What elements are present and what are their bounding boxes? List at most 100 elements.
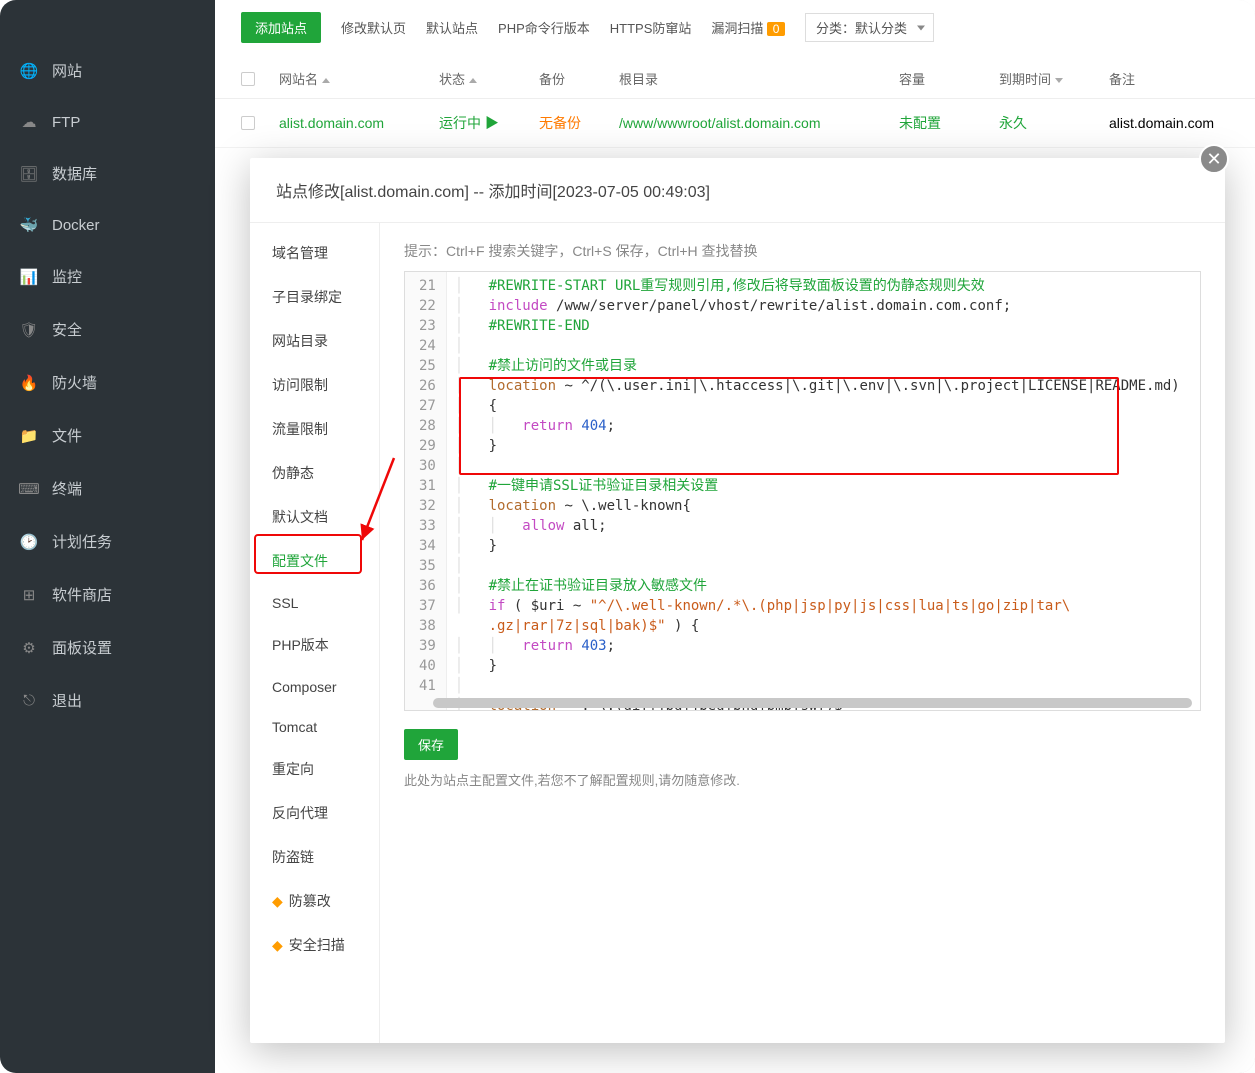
firewall-icon: 🔥: [20, 374, 38, 392]
clock-icon: 🕑: [20, 533, 38, 551]
sidebar-item-cron[interactable]: 🕑计划任务: [0, 515, 215, 568]
vuln-badge: 0: [767, 22, 785, 36]
modal-main: 提示：Ctrl+F 搜索关键字，Ctrl+S 保存，Ctrl+H 查找替换 21…: [380, 223, 1225, 1043]
modal-tab-安全扫描[interactable]: ◆安全扫描: [250, 923, 379, 967]
th-status[interactable]: 状态: [439, 69, 529, 88]
exit-icon: ⎋: [20, 692, 38, 710]
modal-body: 域名管理子目录绑定网站目录访问限制流量限制伪静态默认文档配置文件SSLPHP版本…: [250, 223, 1225, 1043]
sidebar-item-website[interactable]: 🌐 网站: [0, 44, 215, 97]
code-editor[interactable]: 2122232425262728293031323334353637383940…: [404, 271, 1201, 711]
https-hijack-link[interactable]: HTTPS防窜站: [610, 18, 692, 37]
site-edit-modal: ✕ 站点修改[alist.domain.com] -- 添加时间[2023-07…: [250, 158, 1225, 1043]
modal-tab-反向代理[interactable]: 反向代理: [250, 791, 379, 835]
modify-default-link[interactable]: 修改默认页: [341, 18, 406, 37]
modal-tab-SSL[interactable]: SSL: [250, 583, 379, 623]
category-select[interactable]: 分类：默认分类: [805, 13, 934, 42]
play-icon: ▶: [485, 115, 499, 131]
sidebar-item-settings[interactable]: ⚙ 面板设置: [0, 621, 215, 674]
sidebar-label: 面板设置: [52, 637, 112, 658]
modal-tab-伪静态[interactable]: 伪静态: [250, 451, 379, 495]
modal-tab-PHP版本[interactable]: PHP版本: [250, 623, 379, 667]
sidebar-label: FTP: [52, 114, 80, 131]
sidebar-label: 文件: [52, 425, 82, 446]
th-exp[interactable]: 到期时间: [999, 69, 1099, 88]
sidebar-label: 监控: [52, 266, 82, 287]
cell-name[interactable]: alist.domain.com: [279, 115, 429, 131]
monitor-icon: 📊: [20, 268, 38, 286]
th-cap: 容量: [899, 69, 989, 88]
db-icon: 🗄: [20, 165, 38, 183]
sidebar-label: Docker: [52, 217, 100, 234]
modal-tab-防盗链[interactable]: 防盗链: [250, 835, 379, 879]
app-root: 🌐 网站 ☁ FTP 🗄 数据库 🐳 Docker 📊 监控 🛡 安全 🔥 防火墙 📁 文件 ⌨…: [0, 0, 1255, 1073]
sort-icon: [322, 78, 330, 83]
sidebar-item-firewall[interactable]: 🔥 防火墙: [0, 356, 215, 409]
docker-icon: 🐳: [20, 216, 38, 234]
modal-tab-默认文档[interactable]: 默认文档: [250, 495, 379, 539]
sidebar-label: 退出: [52, 690, 82, 711]
diamond-icon: ◆: [272, 893, 283, 909]
globe-icon: 🌐: [20, 62, 38, 80]
modal-tab-流量限制[interactable]: 流量限制: [250, 407, 379, 451]
cell-status[interactable]: 运行中 ▶: [439, 113, 529, 133]
table-header: 网站名 状态 备份 根目录 容量 到期时间 备注: [215, 59, 1255, 99]
modal-title: 站点修改[alist.domain.com] -- 添加时间[2023-07-0…: [250, 158, 1225, 223]
diamond-icon: ◆: [272, 937, 283, 953]
add-site-button[interactable]: 添加站点: [241, 12, 321, 43]
row-checkbox[interactable]: [241, 116, 255, 130]
sidebar-label: 防火墙: [52, 372, 97, 393]
cell-root[interactable]: /www/wwwroot/alist.domain.com: [619, 115, 889, 131]
modal-tab-域名管理[interactable]: 域名管理: [250, 231, 379, 275]
folder-icon: 📁: [20, 427, 38, 445]
cell-cap: 未配置: [899, 113, 989, 133]
php-cli-link[interactable]: PHP命令行版本: [498, 18, 590, 37]
modal-tab-Composer[interactable]: Composer: [250, 667, 379, 707]
default-site-link[interactable]: 默认站点: [426, 18, 478, 37]
th-note: 备注: [1109, 69, 1229, 88]
code-content[interactable]: │ #REWRITE-START URL重写规则引用,修改后将导致面板设置的伪静…: [447, 272, 1200, 710]
cell-exp[interactable]: 永久: [999, 113, 1099, 133]
th-name[interactable]: 网站名: [279, 69, 429, 88]
modal-tab-访问限制[interactable]: 访问限制: [250, 363, 379, 407]
modal-tab-子目录绑定[interactable]: 子目录绑定: [250, 275, 379, 319]
sort-icon: [469, 78, 477, 83]
sort-icon: [1055, 78, 1063, 83]
sidebar-item-docker[interactable]: 🐳 Docker: [0, 200, 215, 250]
th-backup: 备份: [539, 69, 609, 88]
sidebar-item-security[interactable]: 🛡 安全: [0, 303, 215, 356]
modal-sidebar: 域名管理子目录绑定网站目录访问限制流量限制伪静态默认文档配置文件SSLPHP版本…: [250, 223, 380, 1043]
table-row[interactable]: alist.domain.com 运行中 ▶ 无备份 /www/wwwroot/…: [215, 99, 1255, 148]
modal-tab-防篡改[interactable]: ◆防篡改: [250, 879, 379, 923]
sidebar-label: 软件商店: [52, 584, 112, 605]
ftp-icon: ☁: [20, 113, 38, 131]
sidebar-item-logout[interactable]: ⎋ 退出: [0, 674, 215, 727]
cell-note: alist.domain.com: [1109, 115, 1229, 131]
shield-icon: 🛡: [20, 321, 38, 339]
sidebar-label: 安全: [52, 319, 82, 340]
gear-icon: ⚙: [20, 639, 38, 657]
close-button[interactable]: ✕: [1199, 144, 1229, 174]
modal-tab-重定向[interactable]: 重定向: [250, 747, 379, 791]
sidebar-item-files[interactable]: 📁 文件: [0, 409, 215, 462]
sidebar: 🌐 网站 ☁ FTP 🗄 数据库 🐳 Docker 📊 监控 🛡 安全 🔥 防火墙 📁 文件 ⌨…: [0, 0, 215, 1073]
sidebar-item-monitor[interactable]: 📊 监控: [0, 250, 215, 303]
vuln-scan-link[interactable]: 漏洞扫描 0: [711, 18, 785, 37]
sidebar-label: 终端: [52, 478, 82, 499]
modal-tab-网站目录[interactable]: 网站目录: [250, 319, 379, 363]
modal-tab-Tomcat[interactable]: Tomcat: [250, 707, 379, 747]
line-gutter: 2122232425262728293031323334353637383940…: [405, 272, 447, 710]
horizontal-scrollbar[interactable]: [433, 698, 1192, 708]
sidebar-label: 网站: [52, 60, 82, 81]
annotation-tab-highlight: [254, 534, 362, 574]
sidebar-item-ftp[interactable]: ☁ FTP: [0, 97, 215, 147]
sidebar-label: 数据库: [52, 163, 97, 184]
sidebar-item-store[interactable]: ⊞软件商店: [0, 568, 215, 621]
select-all-checkbox[interactable]: [241, 72, 255, 86]
config-warning: 此处为站点主配置文件,若您不了解配置规则,请勿随意修改.: [404, 770, 1201, 789]
save-button[interactable]: 保存: [404, 729, 458, 760]
th-root: 根目录: [619, 69, 889, 88]
sidebar-item-database[interactable]: 🗄 数据库: [0, 147, 215, 200]
cell-backup[interactable]: 无备份: [539, 113, 609, 133]
toolbar: 添加站点 修改默认页 默认站点 PHP命令行版本 HTTPS防窜站 漏洞扫描 0…: [215, 0, 1255, 59]
sidebar-item-terminal[interactable]: ⌨终端: [0, 462, 215, 515]
